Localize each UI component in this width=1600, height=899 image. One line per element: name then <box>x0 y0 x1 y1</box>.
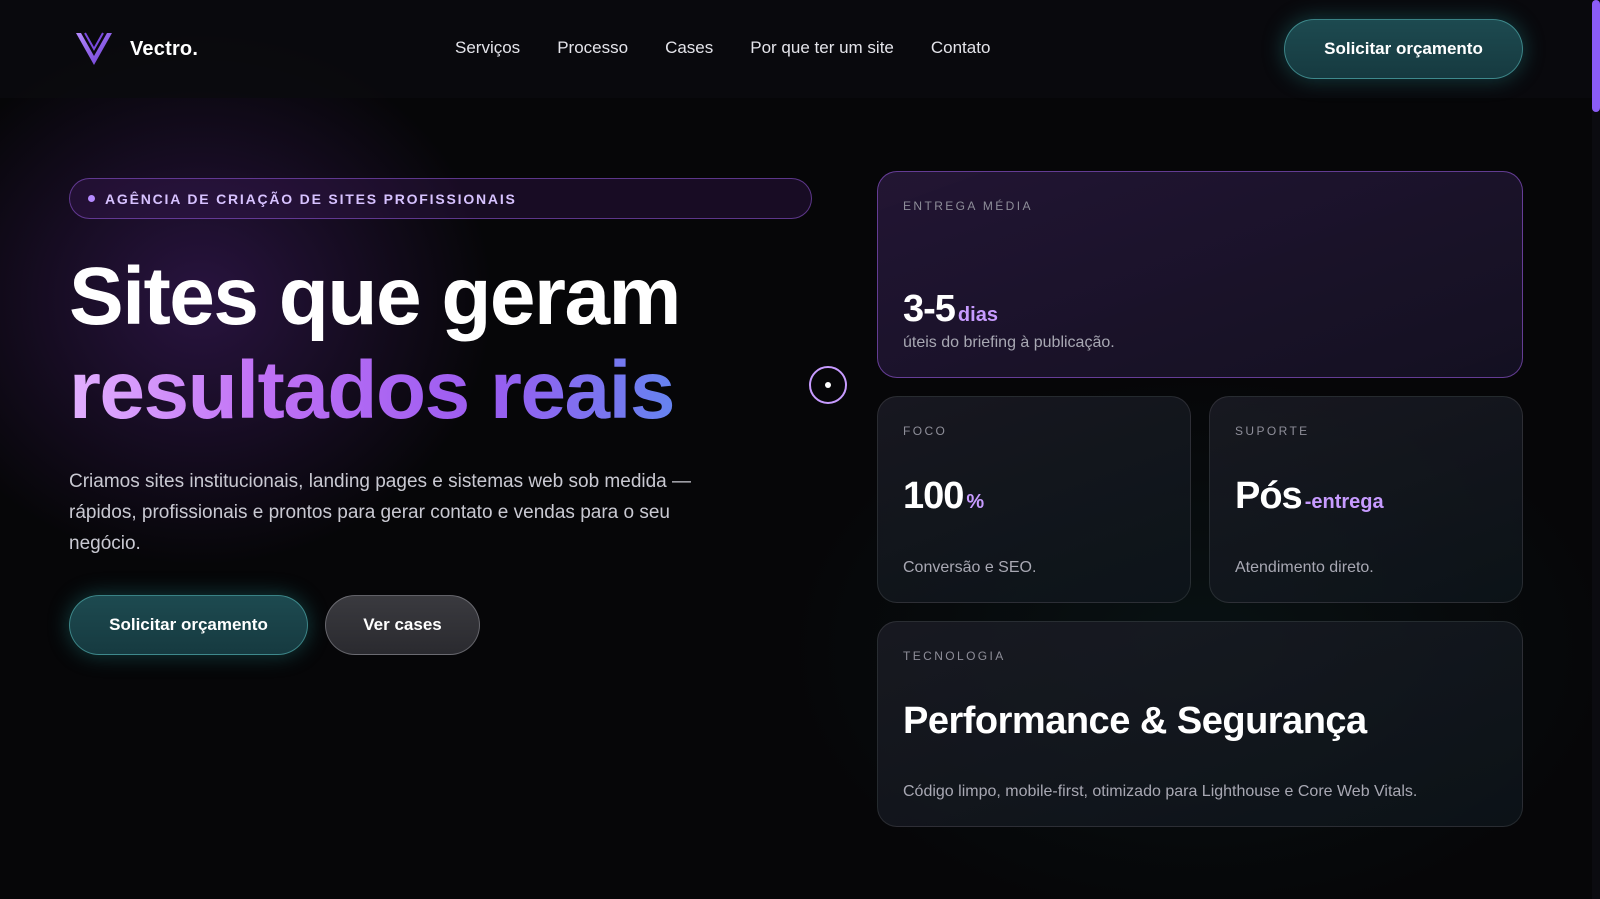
support-stat-card: SUPORTE Pós -entrega Atendimento direto. <box>1209 396 1523 603</box>
header-quote-button[interactable]: Solicitar orçamento <box>1284 19 1523 79</box>
hero-headline: Sites que geram resultados reais <box>69 250 829 438</box>
card-value-number: 100 <box>903 475 964 517</box>
badge-text: AGÊNCIA DE CRIAÇÃO DE SITES PROFISSIONAI… <box>105 190 517 207</box>
card-description: Código limpo, mobile-first, otimizado pa… <box>903 783 1418 800</box>
brand-logo[interactable]: Vectro. <box>74 31 198 67</box>
brand-name: Vectro. <box>130 37 199 60</box>
card-value-number: Pós <box>1235 475 1303 517</box>
badge-dot-icon <box>88 195 95 202</box>
card-value-unit: dias <box>957 304 998 326</box>
card-label: FOCO <box>903 424 948 438</box>
hero-badge: AGÊNCIA DE CRIAÇÃO DE SITES PROFISSIONAI… <box>69 178 812 219</box>
card-title: Performance & Segurança <box>903 700 1367 742</box>
card-value-number: 3-5 <box>903 288 956 330</box>
nav-item-servicos[interactable]: Serviços <box>455 38 520 58</box>
custom-cursor-icon <box>809 366 847 404</box>
hero-quote-button[interactable]: Solicitar orçamento <box>69 595 308 655</box>
hero-description: Criamos sites institucionais, landing pa… <box>69 471 692 554</box>
card-description: úteis do briefing à publicação. <box>903 334 1115 351</box>
card-label: ENTREGA MÉDIA <box>903 199 1033 213</box>
v-chevron-logo-icon <box>76 32 112 65</box>
card-value: Pós -entrega <box>1235 475 1384 518</box>
card-value: 3-5 dias <box>903 288 998 331</box>
card-value: 100 % <box>903 475 984 518</box>
headline-line-1: Sites que geram <box>69 251 681 342</box>
card-value-unit: -entrega <box>1304 491 1384 513</box>
delivery-stat-card: ENTREGA MÉDIA 3-5 dias úteis do briefing… <box>877 171 1523 378</box>
nav-item-por-que-ter-um-site[interactable]: Por que ter um site <box>750 38 894 58</box>
technology-card: TECNOLOGIA Performance & Segurança Códig… <box>877 621 1523 827</box>
main-nav: Serviços Processo Cases Por que ter um s… <box>455 38 990 58</box>
page-scrollbar[interactable] <box>1592 0 1600 899</box>
view-cases-button[interactable]: Ver cases <box>325 595 480 655</box>
card-label: SUPORTE <box>1235 424 1310 438</box>
card-description: Atendimento direto. <box>1235 559 1374 576</box>
nav-item-cases[interactable]: Cases <box>665 38 713 58</box>
nav-item-processo[interactable]: Processo <box>557 38 628 58</box>
card-value-unit: % <box>966 491 985 513</box>
landing-page: Vectro. Serviços Processo Cases Por que … <box>0 0 1600 899</box>
scrollbar-thumb[interactable] <box>1592 0 1600 112</box>
card-description: Conversão e SEO. <box>903 559 1037 576</box>
focus-stat-card: FOCO 100 % Conversão e SEO. <box>877 396 1191 603</box>
nav-item-contato[interactable]: Contato <box>931 38 991 58</box>
site-header: Vectro. Serviços Processo Cases Por que … <box>0 0 1592 98</box>
card-label: TECNOLOGIA <box>903 649 1006 663</box>
headline-line-2-gradient: resultados reais <box>69 344 829 438</box>
